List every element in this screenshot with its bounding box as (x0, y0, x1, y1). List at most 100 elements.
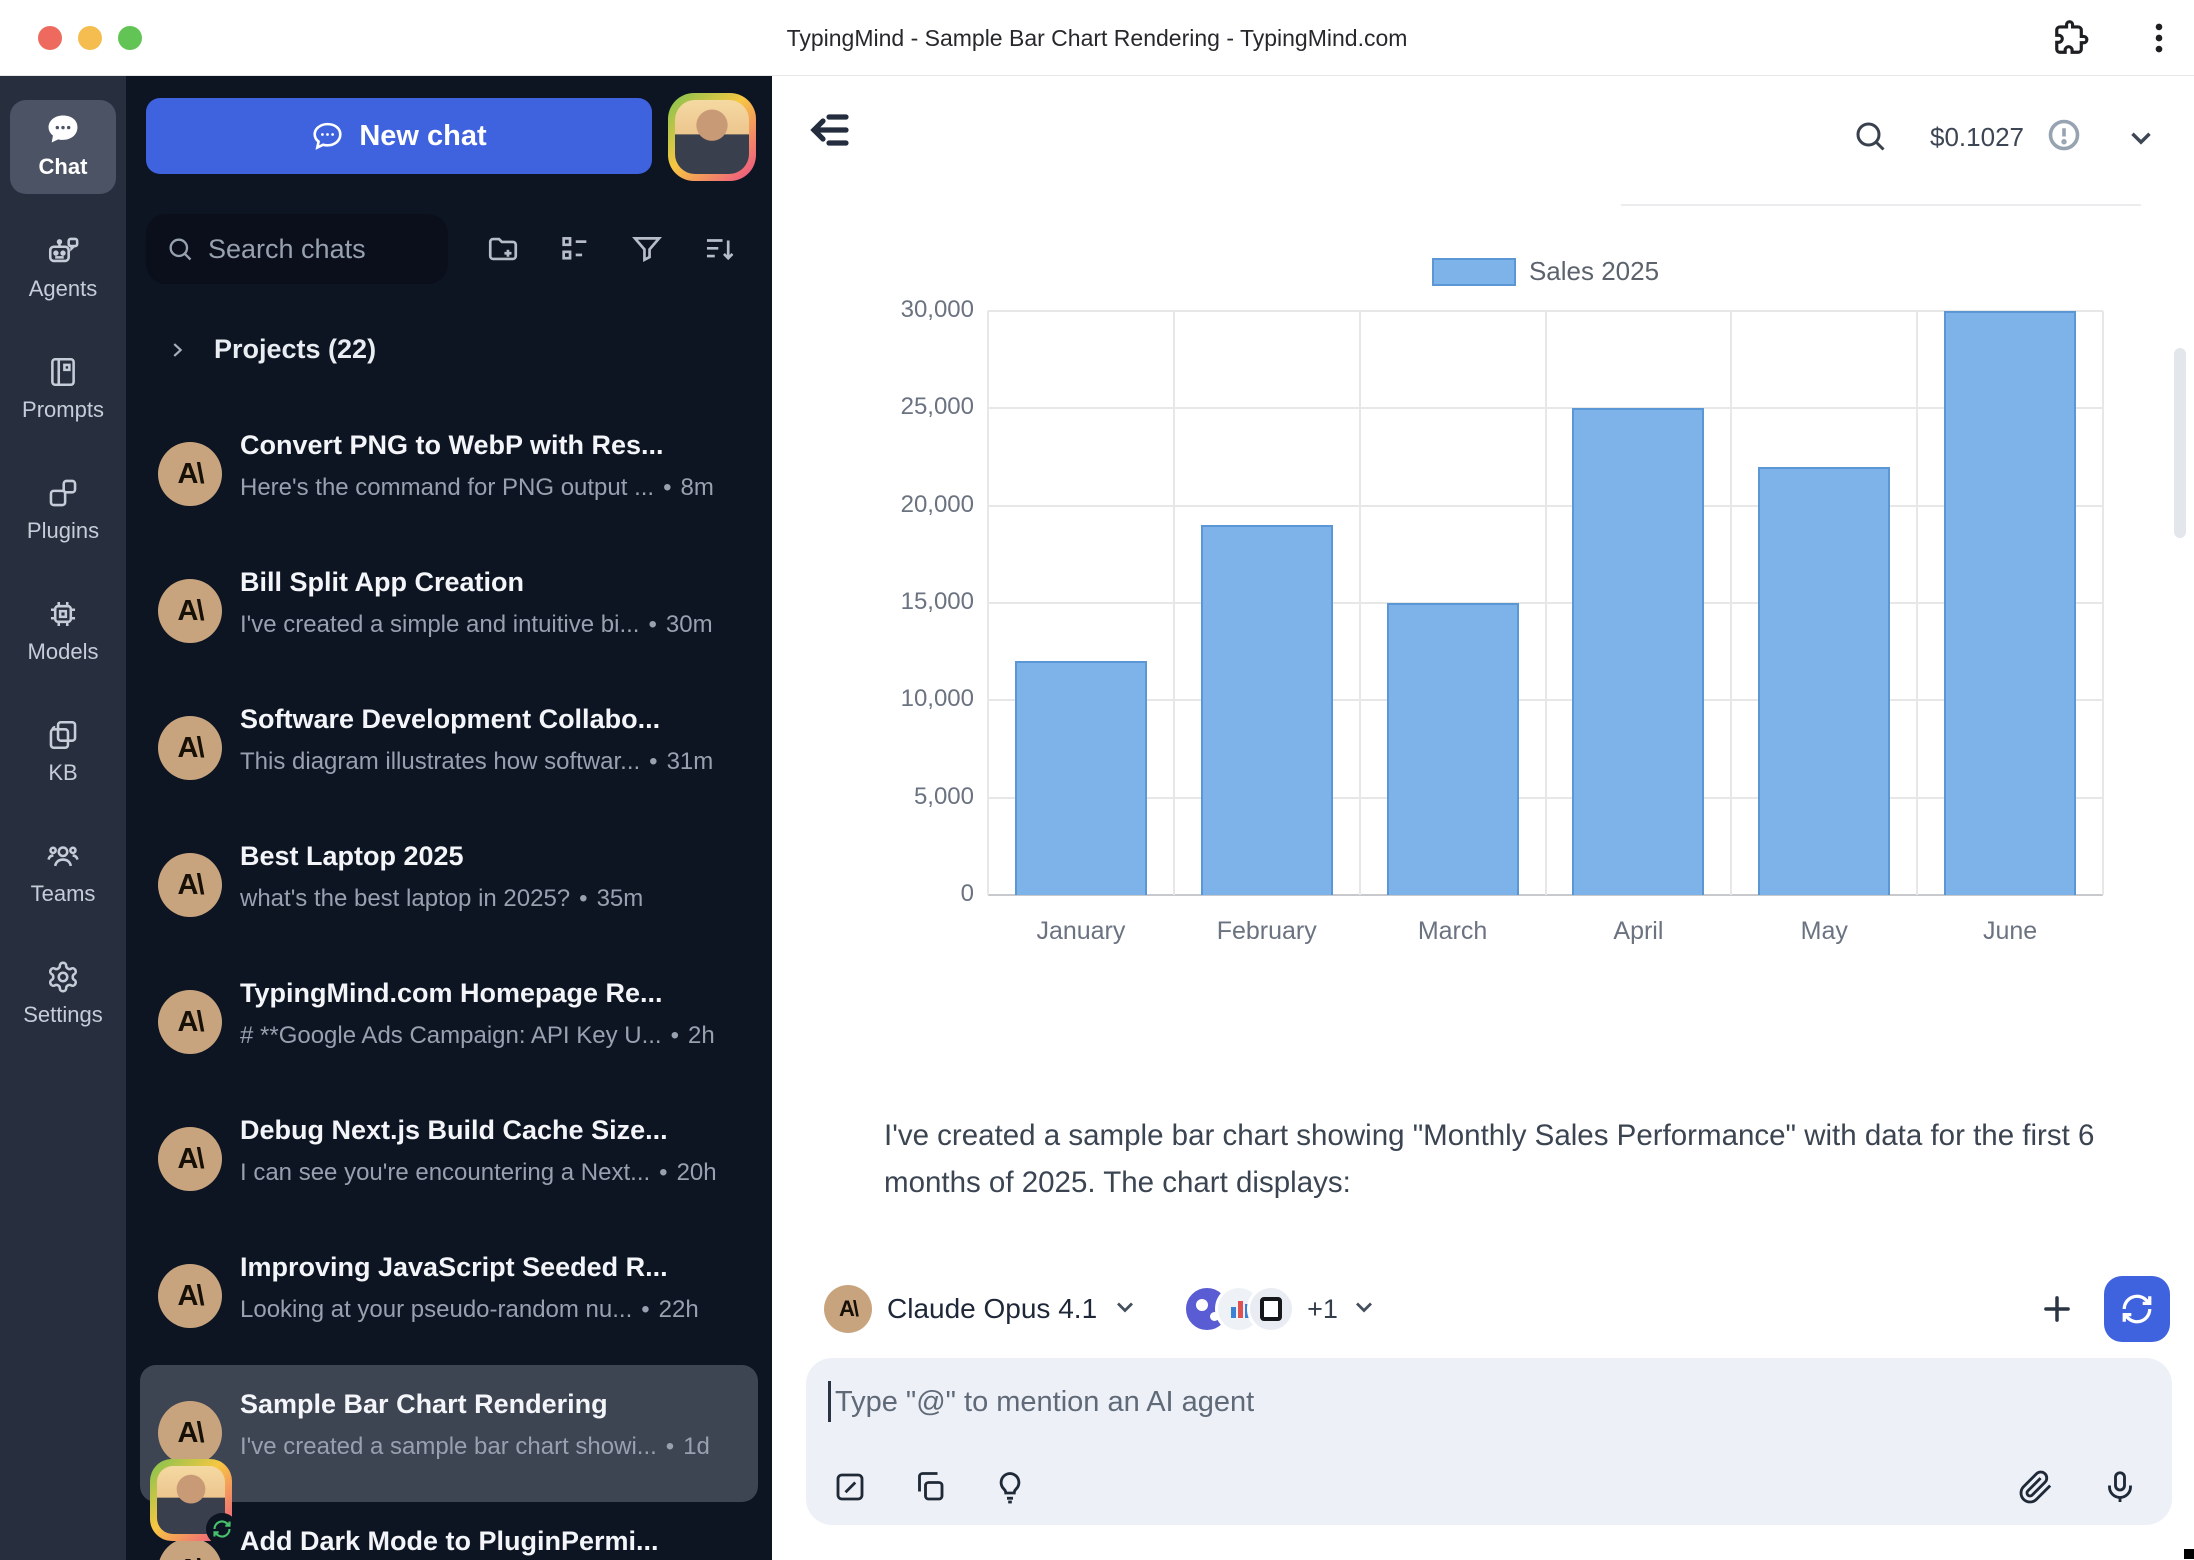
chart-legend[interactable]: Sales 2025 (988, 256, 2103, 287)
chevron-down-icon[interactable] (1350, 1293, 1378, 1326)
composer-model-row: A\ Claude Opus 4.1 +1 (824, 1283, 1422, 1335)
bar-april[interactable] (1572, 408, 1704, 895)
separator-dot: • (579, 885, 587, 912)
gridline-vertical (1545, 311, 1547, 895)
chat-title: Add Dark Mode to PluginPermi... (240, 1526, 742, 1557)
chevron-right-icon (166, 339, 188, 361)
x-axis-tick: April (1546, 917, 1732, 946)
cost-warning-icon[interactable] (2046, 117, 2082, 158)
browser-titlebar: TypingMind - Sample Bar Chart Rendering … (0, 0, 2194, 76)
microphone-icon[interactable] (2102, 1469, 2138, 1505)
collapse-sidebar-icon[interactable] (806, 106, 854, 159)
canvas-edit-icon[interactable] (832, 1469, 868, 1505)
y-axis-tick: 0 (874, 880, 974, 908)
chat-time: 2h (688, 1022, 715, 1049)
anthropic-avatar: A\ (158, 716, 222, 780)
legend-label: Sales 2025 (1529, 256, 1659, 287)
y-axis-tick: 10,000 (874, 685, 974, 713)
chat-title: Debug Next.js Build Cache Size... (240, 1115, 742, 1146)
chat-list-item[interactable]: A\ Convert PNG to WebP with Res... Here'… (140, 406, 758, 543)
chip-icon (46, 597, 80, 631)
chat-preview: Looking at your pseudo-random nu... (240, 1296, 632, 1323)
chat-title: Sample Bar Chart Rendering (240, 1389, 742, 1420)
chat-list-item[interactable]: A\ TypingMind.com Homepage Re... # **Goo… (140, 954, 758, 1091)
bar-march[interactable] (1387, 603, 1519, 895)
sort-descending-icon[interactable] (702, 232, 736, 266)
paperclip-icon[interactable] (2018, 1469, 2054, 1505)
bulk-select-list-icon[interactable] (558, 232, 592, 266)
chevron-down-icon[interactable] (2124, 121, 2158, 160)
active-plugins-stack[interactable] (1183, 1285, 1295, 1333)
projects-group-header[interactable]: Projects (22) (166, 334, 376, 365)
sidebar-item-settings[interactable]: Settings (10, 960, 116, 1028)
account-avatar[interactable] (150, 1459, 232, 1541)
y-axis-tick: 20,000 (874, 491, 974, 519)
chat-list-item[interactable]: A\ Improving JavaScript Seeded R... Look… (140, 1228, 758, 1365)
search-chats-box[interactable] (146, 214, 448, 284)
user-avatar[interactable] (668, 93, 756, 181)
sidebar-item-chat[interactable]: Chat (10, 100, 116, 194)
robot-icon (46, 234, 80, 268)
scrollbar-thumb[interactable] (2174, 348, 2186, 538)
y-axis-tick: 5,000 (874, 783, 974, 811)
chat-list-item[interactable]: A\ Bill Split App Creation I've created … (140, 543, 758, 680)
sidebar-item-prompts[interactable]: Prompts (10, 355, 116, 423)
sidebar-item-kb[interactable]: KB (10, 718, 116, 786)
new-chat-button[interactable]: New chat (146, 98, 652, 174)
sidebar-item-plugins[interactable]: Plugins (10, 476, 116, 544)
chat-time: 22h (659, 1296, 699, 1323)
bar-june[interactable] (1944, 311, 2076, 895)
gridline-vertical (1730, 311, 1732, 895)
separator-dot: • (641, 1296, 649, 1323)
y-axis-tick: 30,000 (874, 296, 974, 324)
chat-preview: Here's the command for PNG output ... (240, 474, 654, 501)
lightbulb-icon[interactable] (992, 1469, 1028, 1505)
chat-list: A\ Convert PNG to WebP with Res... Here'… (126, 406, 772, 1560)
bar-may[interactable] (1758, 467, 1890, 895)
conversation-cost[interactable]: $0.1027 (1930, 122, 2024, 153)
regenerate-button[interactable] (2104, 1276, 2170, 1342)
search-chats-input[interactable] (208, 234, 438, 265)
sidebar-item-agents[interactable]: Agents (10, 234, 116, 302)
chat-list-item[interactable]: A\ Sample Bar Chart Rendering I've creat… (140, 1365, 758, 1502)
chat-list-item[interactable]: A\ Debug Next.js Build Cache Size... I c… (140, 1091, 758, 1228)
typingmind-app: TypingMind - Sample Bar Chart Rendering … (0, 0, 2194, 1560)
chevron-down-icon[interactable] (1111, 1293, 1139, 1326)
chat-time: 1d (683, 1433, 710, 1460)
message-composer[interactable]: Type "@" to mention an AI agent (806, 1358, 2172, 1525)
extensions-puzzle-icon[interactable] (2052, 19, 2090, 62)
anthropic-avatar: A\ (158, 1264, 222, 1328)
chat-time: 31m (667, 748, 714, 775)
sidebar-item-models[interactable]: Models (10, 597, 116, 665)
y-axis-tick: 15,000 (874, 588, 974, 616)
browser-menu-kebab-icon[interactable] (2140, 19, 2178, 62)
gear-icon (46, 960, 80, 994)
text-cursor (828, 1381, 831, 1422)
gridline-vertical (1916, 311, 1918, 895)
bar-january[interactable] (1015, 661, 1147, 895)
separator-dot: • (671, 1022, 679, 1049)
plugins-overflow-count[interactable]: +1 (1307, 1294, 1338, 1325)
bar-chart: 05,00010,00015,00020,00025,00030,000Janu… (988, 311, 2103, 895)
add-attachment-plus-icon[interactable] (2038, 1290, 2076, 1333)
filter-funnel-icon[interactable] (630, 232, 664, 266)
y-axis-tick: 25,000 (874, 393, 974, 421)
chat-list-item[interactable]: A\ Best Laptop 2025 what's the best lapt… (140, 817, 758, 954)
chat-list-tools (486, 232, 736, 266)
model-provider-avatar[interactable]: A\ (824, 1285, 872, 1333)
chat-preview: This diagram illustrates how softwar... (240, 748, 640, 775)
model-selector[interactable]: Claude Opus 4.1 (887, 1293, 1097, 1325)
anthropic-avatar: A\ (158, 853, 222, 917)
search-icon (166, 235, 194, 263)
new-folder-icon[interactable] (486, 232, 520, 266)
sidebar-item-teams[interactable]: Teams (10, 839, 116, 907)
copy-pages-icon[interactable] (912, 1469, 948, 1505)
search-conversation-icon[interactable] (1852, 118, 1888, 159)
legend-swatch (1432, 258, 1516, 286)
bar-february[interactable] (1201, 525, 1333, 895)
sync-status-badge (206, 1513, 238, 1545)
chat-title: Improving JavaScript Seeded R... (240, 1252, 742, 1283)
chat-list-item[interactable]: A\ Software Development Collabo... This … (140, 680, 758, 817)
chat-preview: I can see you're encountering a Next... (240, 1159, 650, 1186)
chat-title: Bill Split App Creation (240, 567, 742, 598)
